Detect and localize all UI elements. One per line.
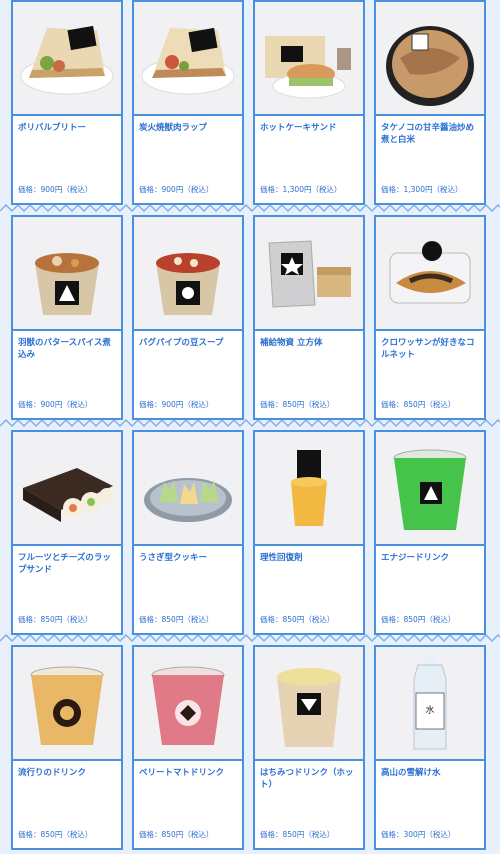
bento-photo [376, 2, 484, 114]
card-divider [376, 759, 484, 761]
honey-drink-photo [255, 647, 363, 759]
berry-drink-photo [134, 647, 242, 759]
item-name: 理性回復剤 [260, 553, 303, 563]
menu-item-card[interactable]: 羽獣のバタースパイス煮込み 価格：900円（税込） [11, 215, 123, 420]
item-name: クロワッサンが好きなコルネット [381, 338, 475, 360]
menu-item-card[interactable]: ホットケーキサンド 価格：1,300円（税込） [253, 0, 365, 205]
item-price: 価格：900円（税込） [18, 400, 93, 409]
burrito-photo [13, 2, 121, 114]
item-price: 価格：900円（税込） [18, 185, 93, 194]
menu-item-card[interactable]: タケノコの甘辛醤油炒め煮と白米 価格：1,300円（税込） [374, 0, 486, 205]
menu-item-card[interactable]: 流行りのドリンク 価格：850円（税込） [11, 645, 123, 850]
card-divider [134, 114, 242, 116]
item-price: 価格：850円（税込） [139, 615, 214, 624]
item-name: ホットケーキサンド [260, 123, 337, 133]
item-name: タケノコの甘辛醤油炒め煮と白米 [381, 123, 474, 145]
item-name: 高山の雪解け水 [381, 768, 441, 778]
menu-grid: ボリバルブリトー 価格：900円（税込） 炭火焼獣肉ラップ 価格：900円（税込… [0, 0, 500, 854]
card-divider [13, 544, 121, 546]
item-price: 価格：1,300円（税込） [260, 185, 342, 194]
stew-cup-photo [13, 217, 121, 329]
item-name: エナジードリンク [381, 553, 450, 563]
item-price: 価格：850円（税込） [381, 400, 456, 409]
pancake-sandwich-photo [255, 2, 363, 114]
item-name: 炭火焼獣肉ラップ [139, 123, 208, 133]
item-price: 価格：900円（税込） [139, 400, 214, 409]
card-divider [255, 114, 363, 116]
item-price: 価格：850円（税込） [260, 400, 335, 409]
menu-item-card[interactable]: バグパイプの豆スープ 価格：900円（税込） [132, 215, 244, 420]
menu-item-card[interactable]: 炭火焼獣肉ラップ 価格：900円（税込） [132, 0, 244, 205]
card-divider [255, 759, 363, 761]
menu-item-card[interactable]: ボリバルブリトー 価格：900円（税込） [11, 0, 123, 205]
card-divider [376, 544, 484, 546]
item-name: はちみつドリンク（ホット） [260, 768, 354, 790]
card-divider [13, 114, 121, 116]
soup-cup-photo [134, 217, 242, 329]
ration-cube-photo [255, 217, 363, 329]
item-price: 価格：850円（税込） [260, 615, 335, 624]
card-divider [134, 759, 242, 761]
item-price: 価格：850円（税込） [139, 830, 214, 839]
svg-text:水: 水 [425, 704, 434, 716]
cornet-photo [376, 217, 484, 329]
rabbit-cookie-photo [134, 432, 242, 544]
menu-item-card[interactable]: フルーツとチーズのラップサンド 価格：850円（税込） [11, 430, 123, 635]
item-name: フルーツとチーズのラップサンド [18, 553, 111, 575]
menu-item-card[interactable]: 理性回復剤 価格：850円（税込） [253, 430, 365, 635]
item-name: うさぎ型クッキー [139, 553, 208, 563]
item-price: 価格：850円（税込） [18, 615, 93, 624]
jelly-photo [255, 432, 363, 544]
item-name: 羽獣のバタースパイス煮込み [18, 338, 111, 360]
item-price: 価格：850円（税込） [260, 830, 335, 839]
tea-drink-photo [13, 647, 121, 759]
card-divider [255, 329, 363, 331]
card-divider [376, 329, 484, 331]
menu-item-card[interactable]: うさぎ型クッキー 価格：850円（税込） [132, 430, 244, 635]
menu-item-card[interactable]: はちみつドリンク（ホット） 価格：850円（税込） [253, 645, 365, 850]
item-name: バグパイプの豆スープ [139, 338, 224, 348]
item-name: 補給物資 立方体 [260, 338, 323, 348]
item-name: ベリートマトドリンク [139, 768, 225, 778]
menu-item-card[interactable]: エナジードリンク 価格：850円（税込） [374, 430, 486, 635]
card-divider [134, 329, 242, 331]
menu-item-card[interactable]: 補給物資 立方体 価格：850円（税込） [253, 215, 365, 420]
item-price: 価格：850円（税込） [18, 830, 93, 839]
wrap-photo [134, 2, 242, 114]
item-price: 価格：1,300円（税込） [381, 185, 463, 194]
green-drink-photo [376, 432, 484, 544]
menu-item-card[interactable]: クロワッサンが好きなコルネット 価格：850円（税込） [374, 215, 486, 420]
item-name: ボリバルブリトー [18, 123, 87, 133]
card-divider [134, 544, 242, 546]
item-name: 流行りのドリンク [18, 768, 87, 778]
item-price: 価格：900円（税込） [139, 185, 214, 194]
water-bottle-photo: 水 [376, 647, 484, 759]
fruit-sandwich-photo [13, 432, 121, 544]
card-divider [13, 329, 121, 331]
card-divider [255, 544, 363, 546]
card-divider [376, 114, 484, 116]
item-price: 価格：850円（税込） [381, 615, 456, 624]
menu-item-card[interactable]: 水 高山の雪解け水 価格：300円（税込） [374, 645, 486, 850]
menu-item-card[interactable]: ベリートマトドリンク 価格：850円（税込） [132, 645, 244, 850]
item-price: 価格：300円（税込） [381, 830, 456, 839]
card-divider [13, 759, 121, 761]
